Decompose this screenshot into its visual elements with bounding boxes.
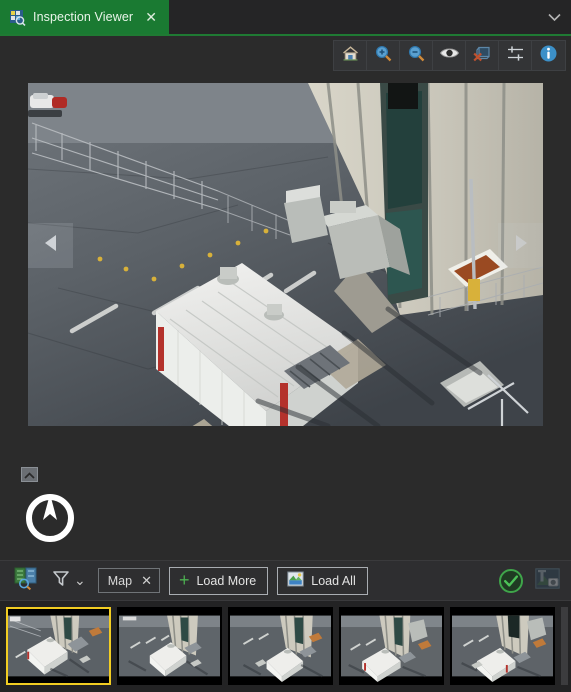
home-reset-view-button[interactable] <box>334 41 367 70</box>
viewer-toolbar <box>0 36 571 75</box>
inspection-photo-image <box>28 83 543 426</box>
filter-chevron-down-icon: ⌄ <box>74 572 86 589</box>
thumbnail-item-5[interactable] <box>450 606 555 685</box>
filter-chip-map[interactable]: Map ✕ <box>97 568 160 593</box>
toolbar-button-group <box>333 40 566 71</box>
image-adjustments-button[interactable] <box>499 41 532 70</box>
information-button[interactable] <box>532 41 565 70</box>
thumbnail-item-1[interactable] <box>6 606 111 685</box>
info-icon <box>539 44 558 68</box>
chevron-down-icon[interactable] <box>541 0 567 34</box>
filter-chip-label: Map <box>107 573 133 588</box>
compass-indicator[interactable] <box>22 490 78 546</box>
thumbnail-image-2 <box>119 608 220 683</box>
image-viewer-canvas[interactable] <box>0 75 571 560</box>
zoom-out-button[interactable] <box>400 41 433 70</box>
image-icon <box>287 571 304 590</box>
arrow-left-icon <box>43 233 59 258</box>
filter-button[interactable]: ⌄ <box>49 567 89 595</box>
close-icon[interactable]: ✕ <box>141 574 152 587</box>
thumbnail-item-2[interactable] <box>117 606 222 685</box>
map-inspect-button[interactable] <box>12 567 40 595</box>
zoom-in-button[interactable] <box>367 41 400 70</box>
thumbnail-image-3 <box>230 608 331 683</box>
eye-icon <box>439 45 460 66</box>
thumbnail-item-4[interactable] <box>339 606 444 685</box>
inspection-grid-magnifier-icon <box>9 9 26 26</box>
thumbnail-image-4 <box>341 608 442 683</box>
status-badge[interactable] <box>498 568 524 594</box>
titlebar-spacer <box>169 0 541 34</box>
visibility-toggle-button[interactable] <box>433 41 466 70</box>
load-more-label: Load More <box>196 573 257 588</box>
camera-photo-icon <box>534 567 560 594</box>
home-icon <box>341 44 360 68</box>
plus-icon: + <box>178 569 190 590</box>
zoom-out-icon <box>407 44 426 68</box>
chevron-up-icon <box>24 466 35 484</box>
load-more-button[interactable]: + Load More <box>168 566 269 595</box>
load-all-button[interactable]: Load All <box>277 566 368 595</box>
clear-annotations-button[interactable] <box>466 41 499 70</box>
thumbnail-image-1 <box>8 608 109 683</box>
zoom-in-icon <box>374 44 393 68</box>
thumbnail-image-5 <box>452 608 553 683</box>
close-icon[interactable]: ✕ <box>143 9 159 25</box>
thumbnail-filmstrip[interactable] <box>0 600 571 692</box>
next-image-button[interactable] <box>498 223 543 268</box>
check-circle-icon <box>498 568 524 598</box>
delete-shape-icon <box>472 44 492 68</box>
collapse-panel-button[interactable] <box>21 467 38 482</box>
sliders-icon <box>506 44 525 68</box>
inspection-photo[interactable] <box>28 83 543 426</box>
arrow-right-icon <box>513 233 529 258</box>
title-bar: Inspection Viewer ✕ <box>0 0 571 36</box>
load-all-label: Load All <box>311 573 356 588</box>
capture-photo-button[interactable] <box>533 567 561 595</box>
thumbnail-item-3[interactable] <box>228 606 333 685</box>
compass-north-icon <box>22 494 78 550</box>
map-inspect-icon <box>14 567 39 595</box>
filter-funnel-icon <box>52 569 70 592</box>
inspection-viewer-window: Inspection Viewer ✕ ⌄ Map ✕ + Load More … <box>0 0 571 692</box>
tab-label: Inspection Viewer <box>33 10 134 24</box>
previous-image-button[interactable] <box>28 223 73 268</box>
filmstrip-scroll-edge[interactable] <box>561 606 568 685</box>
tab-inspection-viewer[interactable]: Inspection Viewer ✕ <box>0 0 170 34</box>
viewer-action-bar: ⌄ Map ✕ + Load More Load All <box>0 560 571 600</box>
